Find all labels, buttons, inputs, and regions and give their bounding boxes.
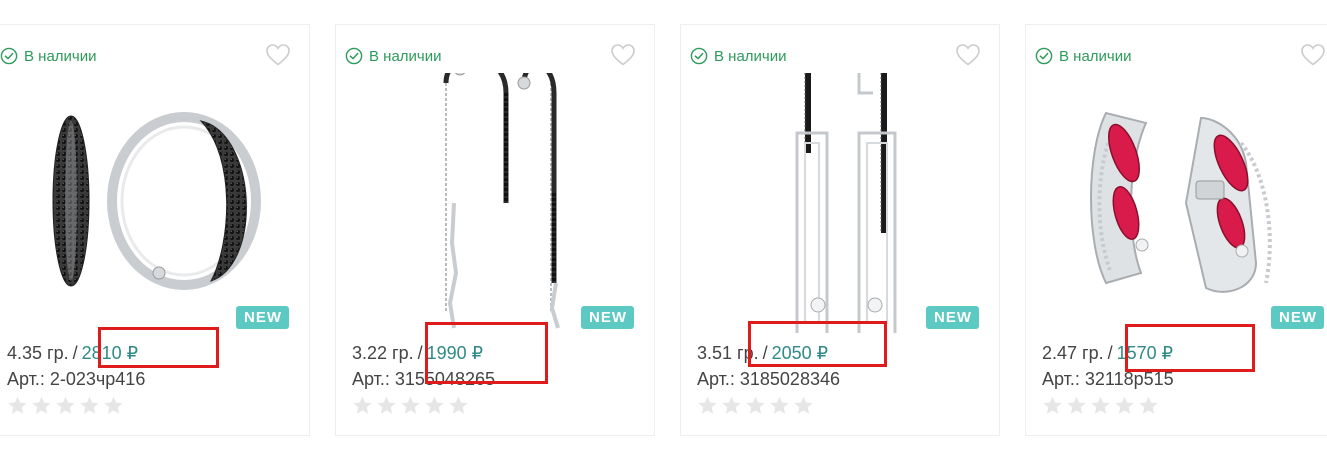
star-icon[interactable] (1090, 395, 1111, 416)
star-icon[interactable] (31, 395, 52, 416)
product-weight: 2.47 гр. (1042, 343, 1104, 363)
new-badge: NEW (926, 306, 979, 329)
star-icon[interactable] (721, 395, 742, 416)
new-badge: NEW (1271, 306, 1324, 329)
star-icon[interactable] (1114, 395, 1135, 416)
star-icon[interactable] (1138, 395, 1159, 416)
availability-status: В наличии (690, 47, 787, 65)
separator: / (1107, 343, 1113, 363)
star-icon[interactable] (1042, 395, 1063, 416)
new-badge: NEW (581, 306, 634, 329)
rating-stars[interactable] (1042, 395, 1159, 416)
star-icon[interactable] (697, 395, 718, 416)
product-article: Арт.: 3185028346 (697, 369, 840, 389)
heart-icon[interactable] (610, 43, 636, 67)
check-circle-icon (1035, 47, 1053, 65)
product-weight: 3.22 гр. (352, 343, 414, 363)
availability-label: В наличии (714, 47, 787, 65)
product-card[interactable]: В наличии NEW 2.47 гр./1570 ₽ Арт.: 3211… (1025, 24, 1327, 436)
star-icon[interactable] (769, 395, 790, 416)
price-highlight-box (425, 322, 548, 384)
product-card[interactable]: В наличии NEW 3.51 гр./2050 ₽ Арт.: 3185… (680, 24, 1000, 436)
product-image[interactable] (376, 73, 616, 333)
product-image[interactable] (721, 73, 961, 333)
product-card[interactable]: В наличии NEW 4.35 гр./2810 ₽ Арт.: 2-02… (0, 24, 310, 436)
star-icon[interactable] (55, 395, 76, 416)
geometric-bar-earrings-icon (795, 73, 897, 333)
star-icon[interactable] (103, 395, 124, 416)
availability-status: В наличии (0, 47, 97, 65)
product-weight: 4.35 гр. (7, 343, 69, 363)
star-icon[interactable] (1066, 395, 1087, 416)
separator: / (72, 343, 78, 363)
price-highlight-box (1125, 324, 1255, 372)
star-icon[interactable] (79, 395, 100, 416)
ruby-marquise-earrings-icon (1090, 111, 1272, 293)
star-icon[interactable] (376, 395, 397, 416)
availability-label: В наличии (24, 47, 97, 65)
star-icon[interactable] (352, 395, 373, 416)
check-circle-icon (345, 47, 363, 65)
product-article: Арт.: 2-023чр416 (7, 369, 146, 389)
star-icon[interactable] (400, 395, 421, 416)
black-pave-hoop-earrings-icon (52, 112, 261, 290)
price-highlight-box (98, 327, 219, 368)
heart-icon[interactable] (955, 43, 981, 67)
threader-chain-earrings-icon (443, 73, 560, 329)
product-image[interactable] (31, 73, 271, 333)
price-highlight-box (748, 321, 887, 367)
star-icon[interactable] (424, 395, 445, 416)
heart-icon[interactable] (265, 43, 291, 67)
check-circle-icon (690, 47, 708, 65)
separator: / (417, 343, 423, 363)
heart-icon[interactable] (1300, 43, 1326, 67)
availability-label: В наличии (1059, 47, 1132, 65)
product-image[interactable] (1066, 73, 1306, 333)
product-article: Арт.: 32118р515 (1042, 369, 1174, 389)
availability-status: В наличии (1035, 47, 1132, 65)
star-icon[interactable] (745, 395, 766, 416)
availability-status: В наличии (345, 47, 442, 65)
rating-stars[interactable] (697, 395, 814, 416)
rating-stars[interactable] (352, 395, 469, 416)
star-icon[interactable] (448, 395, 469, 416)
check-circle-icon (0, 47, 18, 65)
star-icon[interactable] (793, 395, 814, 416)
rating-stars[interactable] (7, 395, 124, 416)
star-icon[interactable] (7, 395, 28, 416)
new-badge: NEW (236, 306, 289, 329)
availability-label: В наличии (369, 47, 442, 65)
